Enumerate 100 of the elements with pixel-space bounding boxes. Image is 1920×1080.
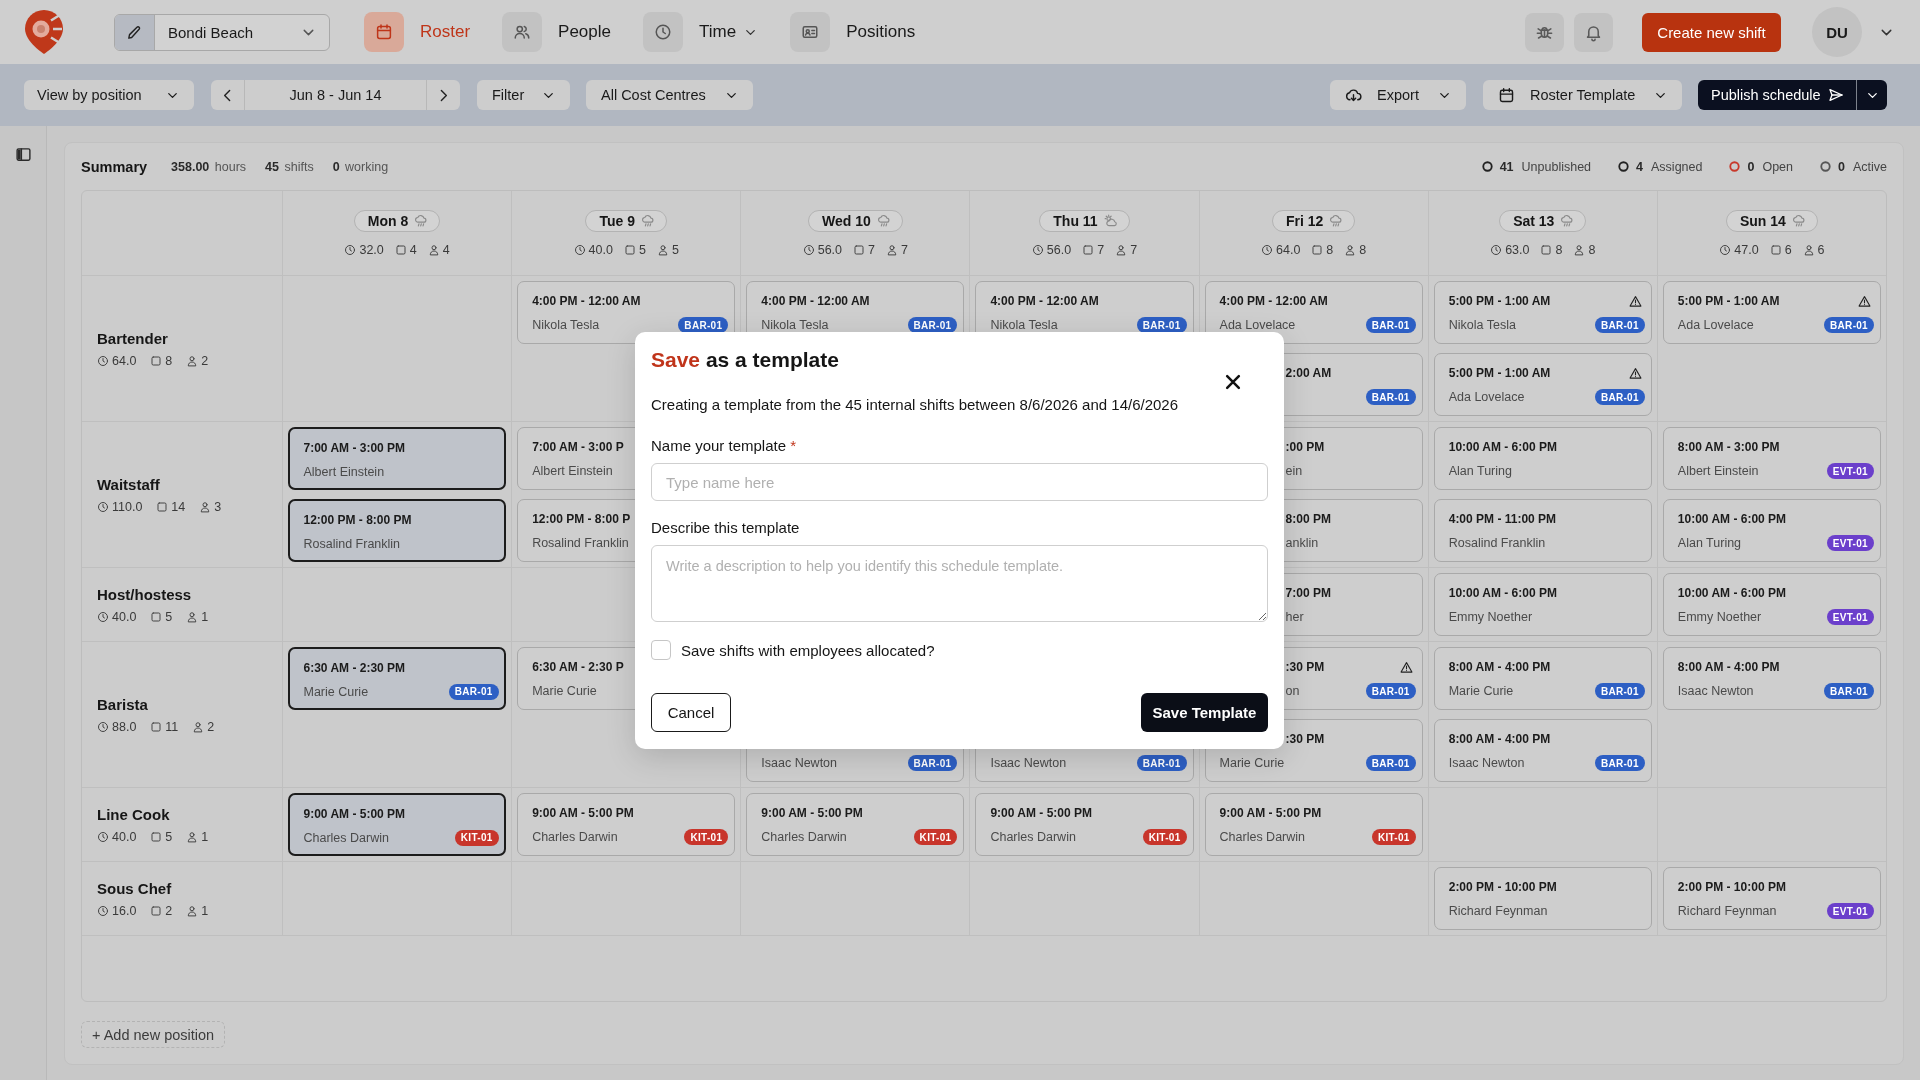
employee-name: Nikola Tesla [1448,318,1516,332]
station-tag: BAR-01 [1136,755,1187,771]
staff-count: 5 [671,243,679,257]
shift-card[interactable]: 8:00 AM - 4:00 PM Marie Curie BAR-01 [1433,647,1652,710]
template-name-field[interactable]: Type name here [651,463,1268,501]
shift-card[interactable]: 10:00 AM - 6:00 PM Alan Turing [1433,427,1652,490]
position-name: Sous Chef [97,879,173,897]
template-description-field[interactable]: Write a description to help you identify this schedule template. [651,545,1268,622]
square-outline-icon [853,244,866,256]
pin-logo-icon[interactable] [24,9,64,55]
shift-time: 8:00 AM - 4:00 PM [1448,660,1551,674]
shift-card[interactable]: 5:00 PM - 1:00 AM Ada Lovelace BAR-01 [1433,353,1652,416]
shift-card[interactable]: 4:00 PM - 12:00 AM Nikola Tesla BAR-01 [517,281,736,344]
bug-report-button[interactable] [1525,12,1564,52]
shift-card[interactable]: 10:00 AM - 6:00 PM Emmy Noether [1433,573,1652,636]
station-tag: BAR-01 [448,683,499,700]
shift-card[interactable]: 2:00 PM - 10:00 PM Richard Feynman [1433,867,1652,930]
clock-icon [97,500,109,513]
publish-options-button[interactable] [1856,80,1887,110]
nav-tab[interactable]: Roster [364,12,471,52]
summary-stat: 0 working [332,159,389,174]
checkbox[interactable] [651,640,671,660]
staff-count: 1 [201,903,209,918]
shift-card[interactable]: 8:00 AM - 4:00 PM Isaac Newton BAR-01 [1662,647,1881,710]
shift-card[interactable]: 5:00 PM - 1:00 AM Nikola Tesla BAR-01 [1433,281,1652,344]
next-week-button[interactable] [427,80,460,110]
shift-time: 9:00 AM - 5:00 PM [990,806,1092,820]
edit-location-button[interactable] [115,14,155,50]
employee-name: anklin [1285,536,1319,550]
save-template-button[interactable]: Save Template [1141,693,1268,732]
shift-card[interactable]: 10:00 AM - 6:00 PM Alan Turing EVT-01 [1662,499,1881,562]
station-tag: BAR-01 [1594,317,1645,333]
square-outline-icon [1769,244,1782,256]
cancel-button[interactable]: Cancel [651,693,731,732]
clock-icon [643,12,683,52]
view-select[interactable]: View by position [24,80,194,110]
shift-card[interactable]: 9:00 AM - 5:00 PM Charles Darwin KIT-01 [975,793,1194,856]
shift-card[interactable]: 9:00 AM - 5:00 PM Charles Darwin KIT-01 [1204,793,1423,856]
shift-card[interactable]: 9:00 AM - 5:00 PM Charles Darwin KIT-01 [517,793,736,856]
shift-time: 4:00 PM - 12:00 AM [1219,294,1328,308]
summary-title: Summary [81,158,148,175]
shift-card[interactable]: 4:00 PM - 11:00 PM Rosalind Franklin [1433,499,1652,562]
shift-card[interactable]: 8:00 AM - 4:00 PM Isaac Newton BAR-01 [1433,719,1652,782]
staff-count: 6 [1817,243,1825,257]
user-avatar[interactable]: DU [1812,7,1862,57]
date-range-button[interactable]: Jun 8 - Jun 14 [244,80,427,110]
shift-card[interactable]: 6:30 AM - 2:30 PM Marie Curie BAR-01 [288,647,507,710]
position-name: Bartender [97,329,169,347]
filter-select[interactable]: Filter [477,80,570,110]
summary-stat: 358.00 hours [171,159,247,174]
shift-card[interactable]: 8:00 AM - 3:00 PM Albert Einstein EVT-01 [1662,427,1881,490]
station-tag: BAR-01 [1365,317,1416,333]
create-shift-button[interactable]: Create new shift [1642,12,1781,52]
day-label: Fri 12 [1285,213,1324,229]
dialog-title: Save as a template [651,347,839,373]
clock-icon [97,354,109,367]
shift-time: 2:00 PM - 10:00 PM [1448,880,1557,894]
previous-week-button[interactable] [211,80,244,110]
employee-name: Rosalind Franklin [1448,536,1546,550]
shift-card[interactable]: 5:00 PM - 1:00 AM Ada Lovelace BAR-01 [1662,281,1881,344]
sidebar-toggle-icon[interactable] [14,146,32,163]
shift-card[interactable]: 2:00 PM - 10:00 PM Richard Feynman EVT-01 [1662,867,1881,930]
staff-count: 4 [442,243,450,257]
station-tag: BAR-01 [678,317,729,333]
shift-card[interactable]: 12:00 PM - 8:00 PM Rosalind Franklin [288,499,507,562]
add-position-button[interactable]: + Add new position [81,1021,226,1048]
nav-tab[interactable]: Positions [790,12,916,52]
clock-icon [1031,244,1044,256]
location-select[interactable]: Bondi Beach [155,14,329,50]
clock-icon [97,720,109,733]
shift-card[interactable]: 7:00 AM - 3:00 PM Albert Einstein [288,427,507,490]
calendar-icon [1498,86,1515,104]
shift-card[interactable]: 4:00 PM - 12:00 AM Ada Lovelace BAR-01 [1204,281,1423,344]
day-label: Sat 13 [1513,213,1555,229]
shift-time: 2:00 PM - 10:00 PM [1677,880,1786,894]
shift-count: 8 [1326,243,1334,257]
shift-time: 6:30 AM - 2:30 P [532,660,624,674]
person-icon [186,610,199,623]
nav-tab[interactable]: People [502,12,611,52]
station-tag: BAR-01 [1594,683,1645,699]
shift-card[interactable]: 9:00 AM - 5:00 PM Charles Darwin KIT-01 [746,793,965,856]
clock-icon [1261,244,1273,256]
square-outline-icon [1311,244,1324,256]
roster-template-button[interactable]: Roster Template [1483,80,1682,110]
square-outline-icon [623,244,636,256]
nav-tab[interactable]: Time [643,12,759,52]
publish-schedule-button[interactable]: Publish schedule [1698,80,1856,110]
shift-card[interactable]: 9:00 AM - 5:00 PM Charles Darwin KIT-01 [288,793,507,856]
notifications-button[interactable] [1574,12,1613,52]
clock-icon [97,610,109,623]
shift-time: 9:00 AM - 5:00 PM [1219,806,1322,820]
close-icon[interactable] [1223,372,1243,392]
employee-name: Emmy Noether [1448,610,1533,624]
shift-card[interactable]: 10:00 AM - 6:00 PM Emmy Noether EVT-01 [1662,573,1881,636]
staff-count: 8 [1359,243,1367,257]
export-button[interactable]: Export [1330,80,1466,110]
hours-total: 88.0 [112,719,137,734]
employee-name: Richard Feynman [1677,904,1777,918]
shift-count: 6 [1784,243,1792,257]
cost-centre-select[interactable]: All Cost Centres [586,80,753,110]
